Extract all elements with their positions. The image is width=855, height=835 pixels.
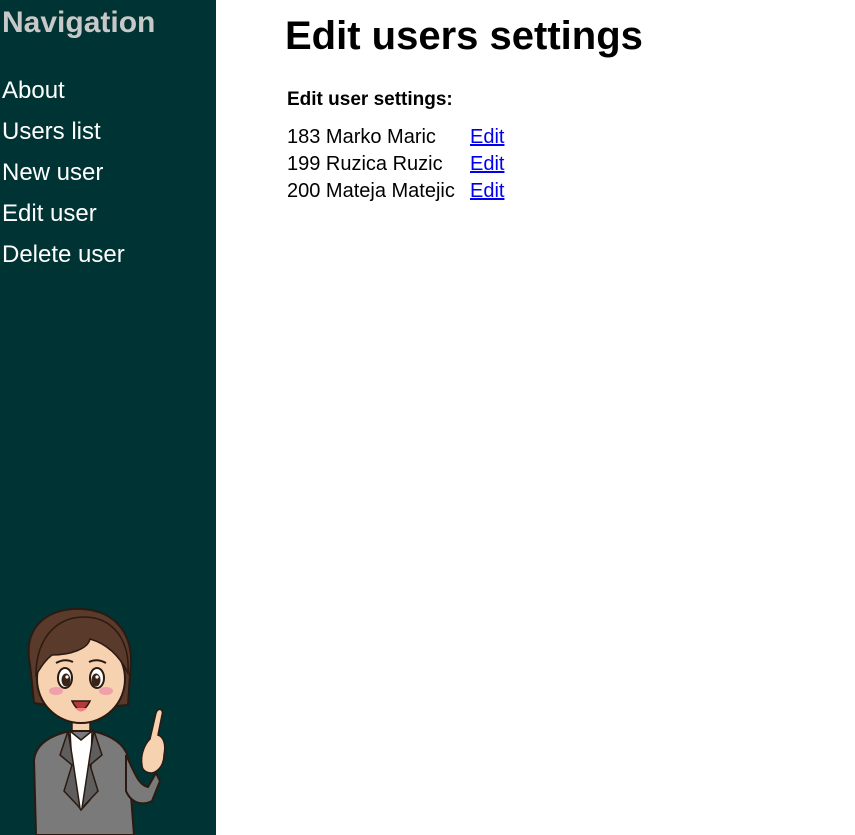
- nav-list: About Users list New user Edit user Dele…: [2, 74, 125, 279]
- section-heading: Edit user settings:: [287, 89, 453, 110]
- sidebar: Navigation About Users list New user Edi…: [0, 0, 216, 835]
- nav-link-about[interactable]: About: [2, 77, 65, 104]
- nav-link-edit-user[interactable]: Edit user: [2, 200, 97, 227]
- page-title: Edit users settings: [285, 14, 643, 58]
- nav-link-users-list[interactable]: Users list: [2, 118, 101, 145]
- user-list: 183 Marko Maric Edit 199 Ruzica Ruzic Edit…: [287, 124, 504, 205]
- user-label: 200 Mateja Matejic: [287, 180, 455, 202]
- user-row: 183 Marko Maric Edit: [287, 124, 504, 151]
- user-row: 199 Ruzica Ruzic Edit: [287, 151, 504, 178]
- nav-item-about: About: [2, 74, 125, 115]
- edit-user-link[interactable]: Edit: [470, 153, 504, 175]
- nav-item-users-list: Users list: [2, 115, 125, 156]
- nav-item-delete-user: Delete user: [2, 238, 125, 279]
- user-label: 199 Ruzica Ruzic: [287, 153, 443, 175]
- nav-title: Navigation: [2, 6, 156, 39]
- user-label: 183 Marko Maric: [287, 126, 436, 148]
- main-content: Edit users settings Edit user settings: …: [216, 0, 855, 835]
- edit-user-link[interactable]: Edit: [470, 126, 504, 148]
- edit-user-link[interactable]: Edit: [470, 180, 504, 202]
- nav-item-edit-user: Edit user: [2, 197, 125, 238]
- user-row: 200 Mateja Matejic Edit: [287, 178, 504, 205]
- nav-item-new-user: New user: [2, 156, 125, 197]
- nav-link-delete-user[interactable]: Delete user: [2, 241, 125, 268]
- mascot-illustration: [27, 607, 166, 835]
- nav-link-new-user[interactable]: New user: [2, 159, 103, 186]
